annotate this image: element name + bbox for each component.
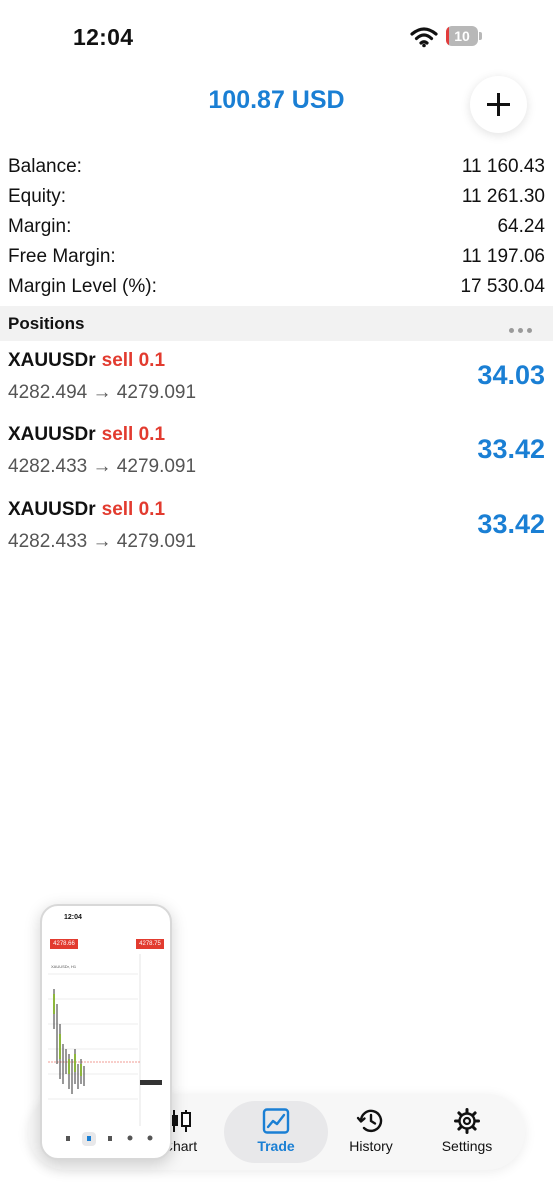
trend-chart-icon: [262, 1108, 290, 1134]
gear-icon: [454, 1108, 480, 1134]
summary-label: Equity:: [8, 186, 67, 207]
summary-row-margin: Margin: 64.24: [8, 212, 545, 242]
summary-label: Balance:: [8, 156, 82, 177]
svg-text:XAUUSDr, H1: XAUUSDr, H1: [51, 964, 77, 969]
summary-row-margin-level: Margin Level (%): 17 530.04: [8, 272, 545, 302]
summary-value: 64.24: [497, 216, 545, 237]
summary-label: Margin Level (%):: [8, 276, 157, 297]
status-bar: 12:04 10: [0, 0, 553, 70]
summary-value: 17 530.04: [460, 276, 545, 297]
position-symbol: XAUUSDr sell 0.1: [8, 499, 166, 520]
position-side: sell 0.1: [101, 424, 166, 445]
tab-history[interactable]: History: [319, 1101, 423, 1163]
battery-level: 10: [454, 28, 470, 44]
thumbnail-nav: [66, 1132, 153, 1146]
battery-icon: 10: [446, 26, 484, 48]
position-profit: 33.42: [477, 434, 545, 464]
tab-trade[interactable]: Trade: [224, 1101, 328, 1163]
summary-row-balance: Balance: 11 160.43: [8, 152, 545, 182]
more-options-icon[interactable]: [509, 320, 539, 333]
position-side: sell 0.1: [101, 350, 166, 371]
summary-value: 11 261.30: [461, 186, 545, 207]
thumbnail-time: 12:04: [64, 914, 82, 921]
summary-value: 11 160.43: [461, 156, 545, 177]
position-row[interactable]: XAUUSDr sell 0.1 4282.433 → 4279.091 33.4…: [0, 491, 553, 563]
tab-label: Settings: [441, 1138, 493, 1154]
position-prices: 4282.433 → 4279.091: [8, 531, 197, 552]
position-row[interactable]: XAUUSDr sell 0.1 4282.433 → 4279.091 33.4…: [0, 416, 553, 488]
position-profit: 34.03: [477, 360, 545, 390]
new-order-button[interactable]: [470, 76, 527, 133]
thumbnail-chart: XAUUSDr, H1: [48, 954, 162, 1126]
history-clock-icon: [356, 1109, 383, 1133]
summary-row-equity: Equity: 11 261.30: [8, 182, 545, 212]
summary-label: Free Margin:: [8, 246, 116, 267]
position-prices: 4282.494 → 4279.091: [8, 382, 197, 403]
position-symbol: XAUUSDr sell 0.1: [8, 424, 166, 445]
summary-value: 11 197.06: [461, 246, 545, 267]
summary-row-free-margin: Free Margin: 11 197.06: [8, 242, 545, 272]
tab-settings[interactable]: Settings: [415, 1101, 519, 1163]
positions-header: Positions: [0, 306, 553, 341]
tab-label: Trade: [257, 1138, 295, 1154]
account-summary: Balance: 11 160.43 Equity: 11 261.30 Mar…: [8, 152, 545, 302]
tab-label: History: [349, 1138, 393, 1154]
screenshot-thumbnail[interactable]: 12:04 4278.66 4278.75 XAUUSDr, H1: [40, 904, 172, 1160]
positions-title: Positions: [8, 314, 85, 333]
position-symbol: XAUUSDr sell 0.1: [8, 350, 166, 371]
summary-label: Margin:: [8, 216, 72, 237]
wifi-icon: [410, 27, 438, 48]
position-row[interactable]: XAUUSDr sell 0.1 4282.494 → 4279.091 34.0…: [0, 342, 553, 414]
position-prices: 4282.433 → 4279.091: [8, 456, 197, 477]
thumbnail-buy-price: 4278.75: [136, 939, 164, 949]
status-time: 12:04: [73, 24, 134, 50]
thumbnail-sell-price: 4278.66: [50, 939, 78, 949]
position-side: sell 0.1: [101, 499, 166, 520]
position-profit: 33.42: [477, 509, 545, 539]
